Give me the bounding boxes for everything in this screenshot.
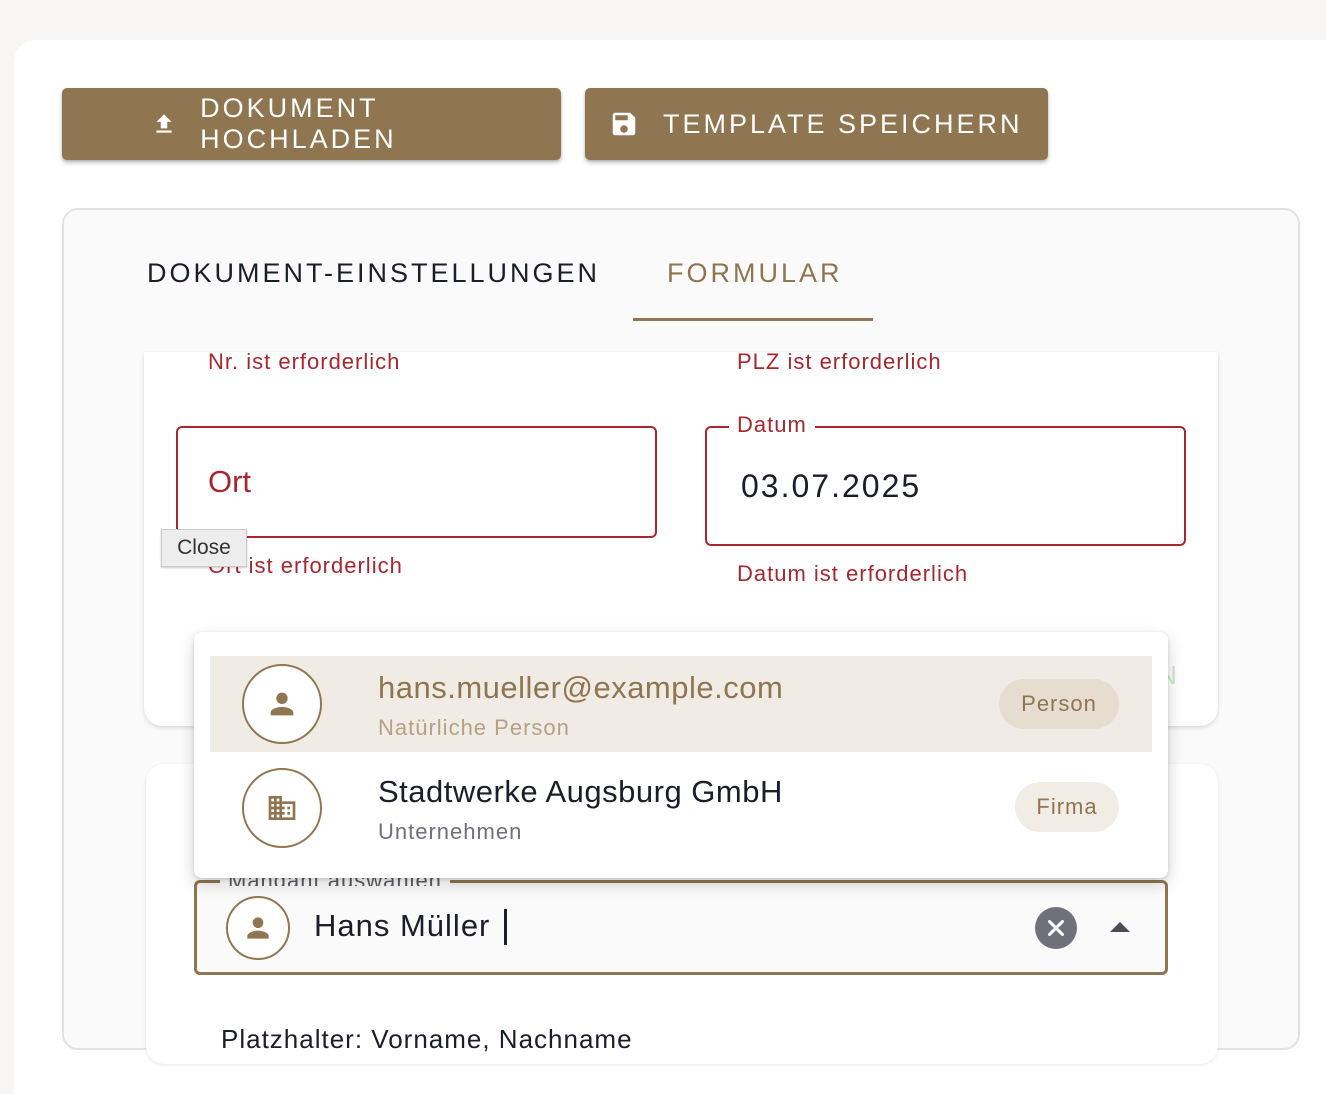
building-icon (268, 796, 296, 820)
option-subtitle: Unternehmen (378, 819, 523, 844)
active-tab-indicator (633, 318, 873, 321)
option-title: Stadtwerke Augsburg GmbH (378, 774, 783, 809)
option-subtitle: Natürliche Person (378, 715, 570, 740)
person-avatar (242, 664, 322, 744)
datum-label: Datum (729, 412, 815, 438)
selected-client-avatar (226, 896, 290, 960)
clear-selection-button[interactable] (1035, 907, 1077, 949)
type-chip: Firma (1015, 782, 1119, 832)
client-dropdown-menu: hans.mueller@example.com Natürliche Pers… (194, 632, 1168, 878)
person-icon (247, 917, 269, 939)
tab-document-settings[interactable]: DOKUMENT-EINSTELLUNGEN (147, 258, 600, 289)
placeholder-hint: Platzhalter: Vorname, Nachname (221, 1024, 633, 1054)
datum-value: 03.07.2025 (741, 468, 922, 504)
datum-error-text: Datum ist erforderlich (737, 561, 969, 586)
person-icon (270, 692, 294, 716)
close-icon (1048, 920, 1064, 936)
tab-form[interactable]: FORMULAR (667, 258, 843, 289)
company-avatar (242, 768, 322, 848)
ort-placeholder: Ort (208, 464, 252, 499)
type-chip: Person (999, 679, 1119, 729)
save-template-button[interactable]: TEMPLATE SPEICHERN (585, 88, 1048, 160)
nr-error-text: Nr. ist erforderlich (208, 349, 401, 374)
option-title: hans.mueller@example.com (378, 670, 784, 705)
upload-document-button[interactable]: DOKUMENT HOCHLADEN (62, 88, 561, 160)
save-template-label: TEMPLATE SPEICHERN (663, 108, 1023, 139)
plz-error-text: PLZ ist erforderlich (737, 349, 942, 374)
upload-document-label: DOKUMENT HOCHLADEN (200, 93, 397, 154)
save-icon (609, 109, 639, 139)
chevron-up-icon (1110, 922, 1130, 932)
text-cursor (504, 909, 507, 945)
client-select-value: Hans Müller (314, 908, 491, 943)
client-option[interactable]: hans.mueller@example.com Natürliche Pers… (210, 656, 1152, 752)
collapse-dropdown-button[interactable] (1106, 915, 1134, 939)
upload-icon (150, 109, 178, 139)
close-tooltip: Close (161, 529, 247, 567)
client-option[interactable]: Stadtwerke Augsburg GmbH Unternehmen Fir… (210, 752, 1152, 848)
